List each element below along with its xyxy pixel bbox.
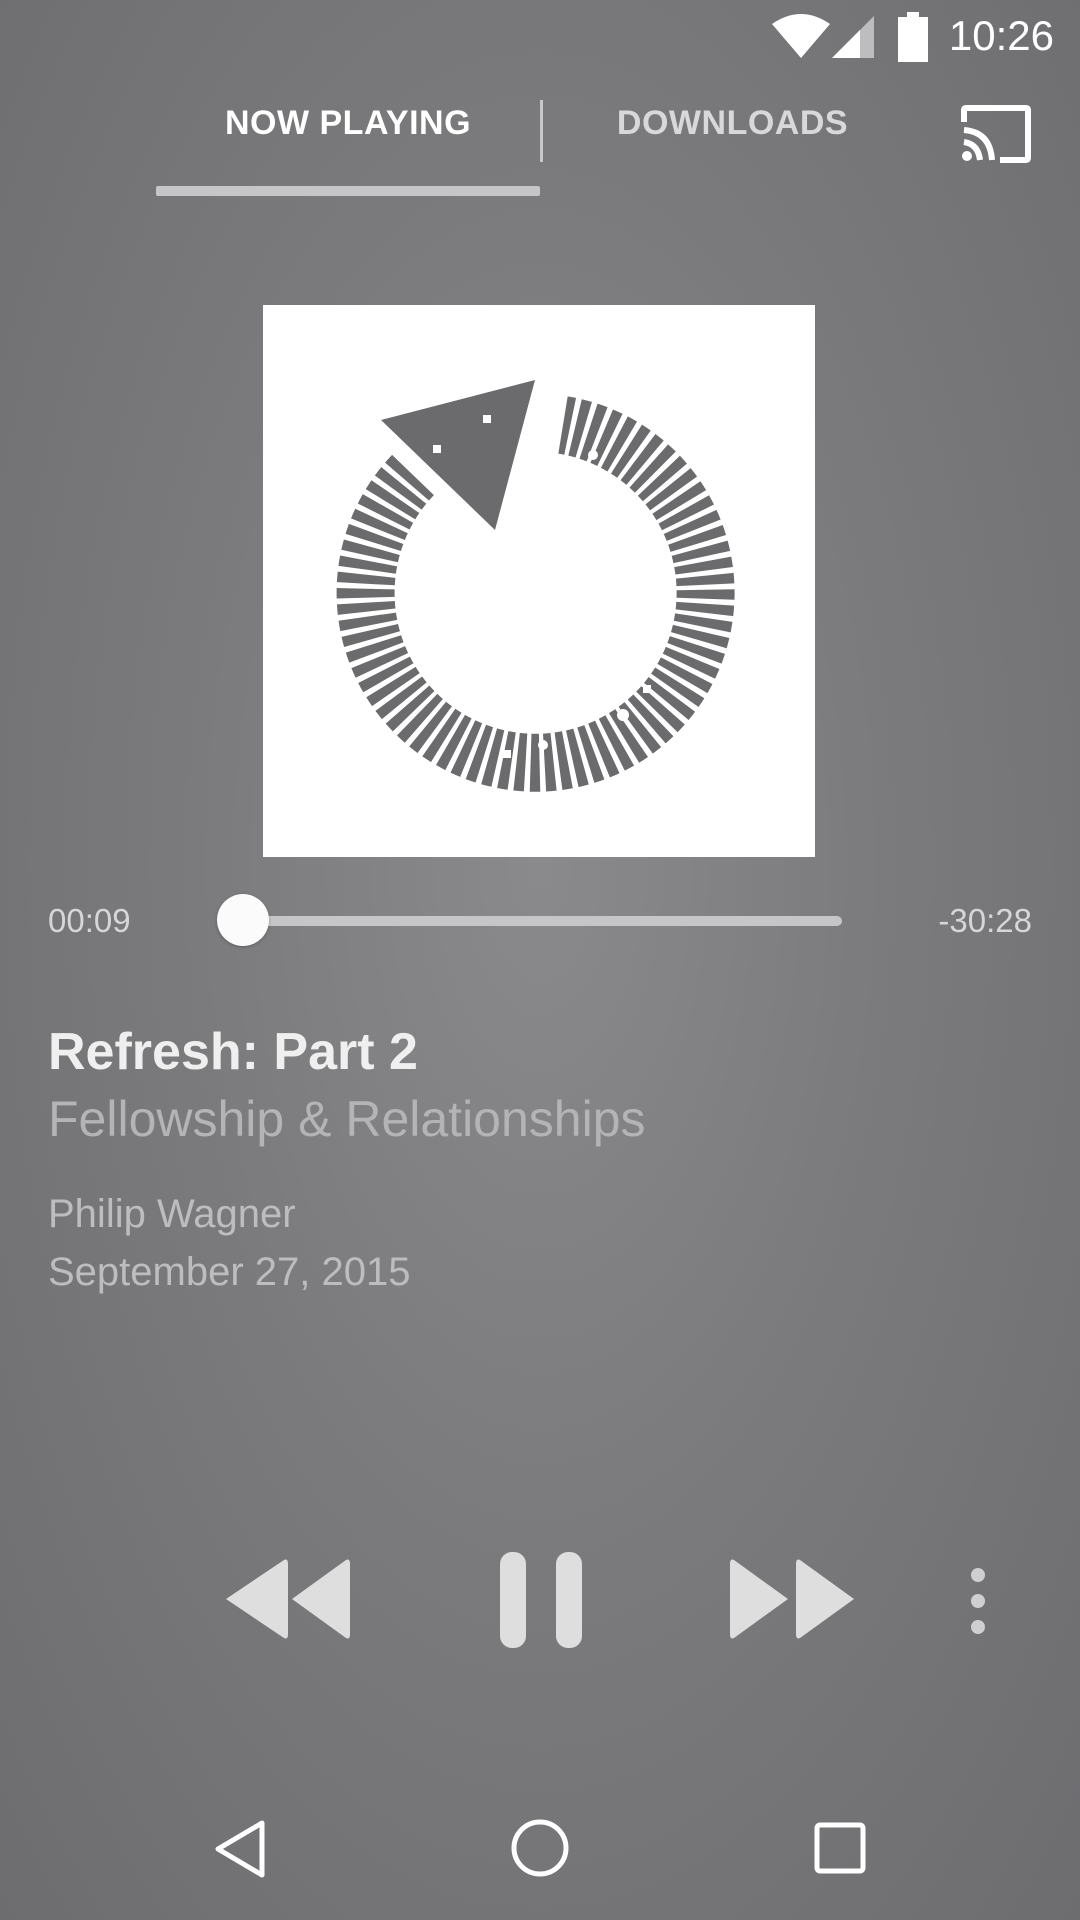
tab-now-playing[interactable]: NOW PLAYING [156,104,540,143]
status-bar: 10:26 [0,0,1080,76]
home-icon[interactable] [510,1818,570,1878]
back-icon[interactable] [212,1818,268,1880]
more-vert-icon[interactable] [966,1566,990,1636]
speaker-name: Philip Wagner [48,1192,296,1236]
status-time: 10:26 [948,12,1054,59]
fast-forward-icon[interactable] [726,1556,858,1642]
battery-icon [898,12,928,62]
seek-bar[interactable] [240,916,842,926]
elapsed-time: 00:09 [48,902,131,939]
signal-icon [832,16,874,58]
pause-icon[interactable] [498,1550,584,1650]
seek-thumb[interactable] [217,894,269,946]
track-date: September 27, 2015 [48,1250,411,1294]
recents-icon[interactable] [814,1822,866,1874]
tab-downloads[interactable]: DOWNLOADS [540,104,925,143]
tab-bar: NOW PLAYING DOWNLOADS [0,86,1080,196]
track-title: Refresh: Part 2 [48,1023,418,1081]
tab-selected-indicator [156,186,540,196]
refresh-arrow-icon [336,380,735,792]
series-name: Fellowship & Relationships [48,1091,646,1147]
wifi-icon [772,14,830,58]
remaining-time: -30:28 [938,902,1032,939]
cast-icon[interactable] [960,104,1032,164]
rewind-icon[interactable] [222,1556,354,1642]
album-artwork [263,305,815,857]
